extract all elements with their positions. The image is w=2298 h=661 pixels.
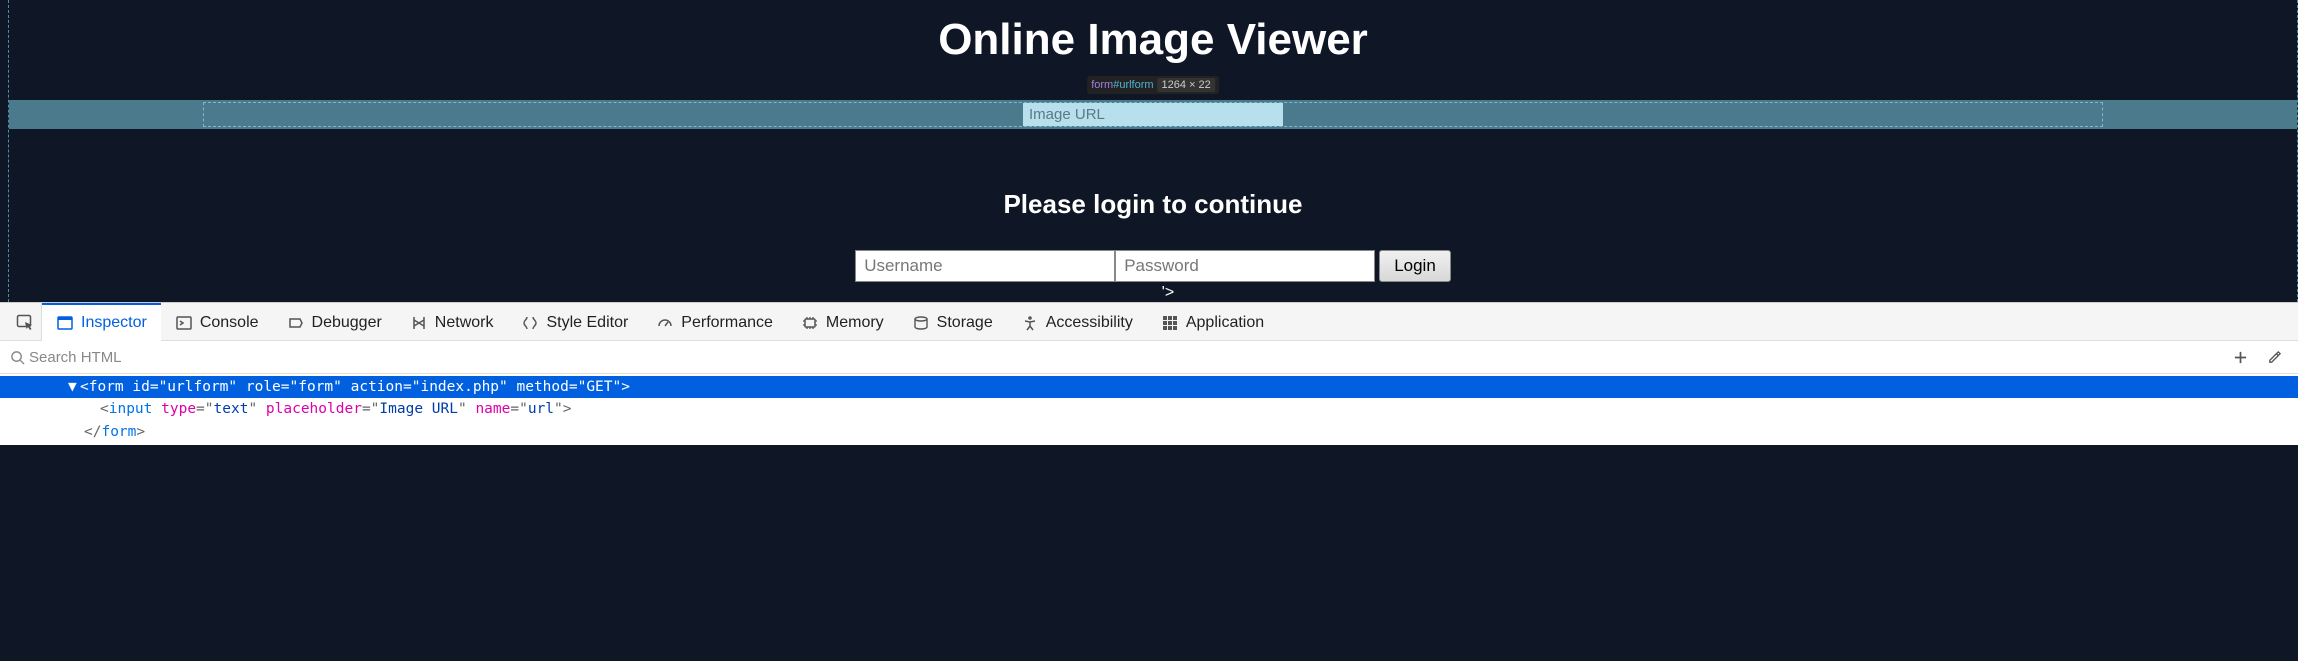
- tab-style-editor[interactable]: Style Editor: [507, 303, 642, 341]
- network-icon: [410, 314, 428, 332]
- storage-icon: [912, 314, 930, 332]
- plus-icon: [2233, 350, 2248, 365]
- image-url-input[interactable]: [1023, 103, 1283, 126]
- tooltip-id: #urlform: [1113, 79, 1153, 91]
- devtools-toolbar: Inspector Console Debugger Network Style…: [0, 303, 2298, 341]
- add-element-button[interactable]: [2230, 345, 2254, 369]
- stray-markup-text: '>: [39, 284, 2297, 302]
- tab-console[interactable]: Console: [161, 303, 273, 341]
- eyedropper-button[interactable]: [2264, 345, 2288, 369]
- html-node-form-close[interactable]: </form>: [0, 421, 2298, 443]
- tab-label: Network: [435, 314, 494, 332]
- password-input[interactable]: [1115, 250, 1375, 282]
- tab-accessibility[interactable]: Accessibility: [1007, 303, 1147, 341]
- element-highlight-tooltip: form#urlform 1264 × 22: [1087, 76, 1219, 94]
- element-picker-button[interactable]: [8, 303, 42, 341]
- tooltip-tag: form: [1091, 79, 1113, 91]
- debugger-icon: [287, 314, 305, 332]
- html-tree[interactable]: ▼<form id="urlform" role="form" action="…: [0, 374, 2298, 445]
- tab-application[interactable]: Application: [1147, 303, 1278, 341]
- style-editor-icon: [521, 314, 539, 332]
- tab-label: Inspector: [81, 314, 147, 332]
- console-icon: [175, 314, 193, 332]
- url-form-highlight: [9, 100, 2297, 129]
- tab-label: Application: [1186, 314, 1264, 332]
- username-input[interactable]: [855, 250, 1115, 282]
- page-viewport: Online Image Viewer form#urlform 1264 × …: [8, 0, 2298, 302]
- tab-storage[interactable]: Storage: [898, 303, 1007, 341]
- login-form: Login: [9, 250, 2297, 282]
- tooltip-dimensions: 1264 × 22: [1158, 78, 1215, 92]
- application-icon: [1161, 314, 1179, 332]
- performance-icon: [656, 314, 674, 332]
- tab-inspector[interactable]: Inspector: [42, 303, 161, 341]
- tab-label: Storage: [937, 314, 993, 332]
- tab-label: Performance: [681, 314, 773, 332]
- memory-icon: [801, 314, 819, 332]
- tab-debugger[interactable]: Debugger: [273, 303, 396, 341]
- html-node-form[interactable]: ▼<form id="urlform" role="form" action="…: [0, 376, 2298, 398]
- devtools-panel: Inspector Console Debugger Network Style…: [0, 302, 2298, 445]
- tab-performance[interactable]: Performance: [642, 303, 787, 341]
- tab-label: Memory: [826, 314, 884, 332]
- page-title: Online Image Viewer: [9, 15, 2297, 65]
- html-node-input[interactable]: <input type="text" placeholder="Image UR…: [0, 398, 2298, 420]
- search-html-input[interactable]: [29, 349, 2230, 366]
- tab-memory[interactable]: Memory: [787, 303, 898, 341]
- picker-icon: [16, 313, 34, 331]
- inspector-icon: [56, 314, 74, 332]
- accessibility-icon: [1021, 314, 1039, 332]
- tab-label: Style Editor: [546, 314, 628, 332]
- tab-label: Debugger: [312, 314, 382, 332]
- url-form: [203, 102, 2102, 127]
- html-search-bar: [0, 341, 2298, 374]
- tab-network[interactable]: Network: [396, 303, 508, 341]
- login-button[interactable]: Login: [1379, 250, 1451, 282]
- login-heading: Please login to continue: [9, 189, 2297, 220]
- eyedropper-icon: [2267, 350, 2282, 365]
- tab-label: Accessibility: [1046, 314, 1133, 332]
- search-icon: [10, 350, 25, 365]
- tab-label: Console: [200, 314, 259, 332]
